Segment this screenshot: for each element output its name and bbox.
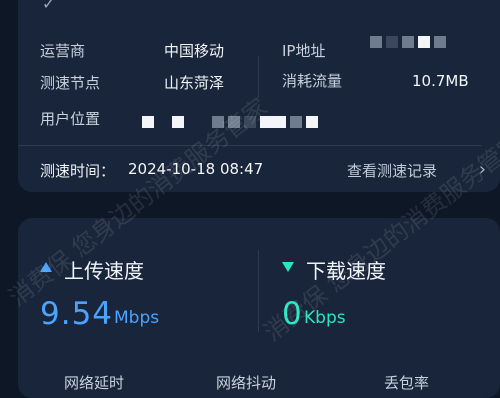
history-link[interactable]: 查看测速记录 (347, 160, 437, 181)
node-value: 山东菏泽 (164, 74, 225, 92)
partial-icon: ✓ (42, 0, 56, 13)
upload-unit: Mbps (114, 308, 160, 328)
upload-value: 9.54 (40, 296, 114, 332)
info-section-divider (18, 145, 482, 146)
tab-packet-loss[interactable]: 丢包率 (384, 372, 429, 393)
download-value: 0 (282, 296, 303, 332)
download-title: 下载速度 (306, 259, 386, 283)
test-time-label: 测速时间： (40, 162, 116, 180)
tab-latency[interactable]: 网络延时 (64, 372, 124, 393)
upload-title: 上传速度 (64, 259, 144, 283)
speed-divider (258, 250, 259, 332)
node-label: 测速节点 (40, 74, 101, 92)
location-label: 用户位置 (40, 110, 101, 128)
location-value-redacted (142, 116, 318, 128)
ip-value-redacted (370, 36, 446, 48)
traffic-value: 10.7MB (412, 72, 469, 90)
ip-label: IP地址 (282, 42, 326, 60)
tab-jitter[interactable]: 网络抖动 (216, 372, 276, 393)
test-time-value: 2024-10-18 08:47 (128, 160, 264, 178)
download-unit: Kbps (304, 308, 346, 328)
carrier-value: 中国移动 (164, 42, 225, 60)
traffic-label: 消耗流量 (282, 72, 343, 90)
download-triangle-icon (282, 262, 294, 272)
info-divider (258, 56, 259, 98)
chevron-right-icon[interactable]: › (479, 159, 486, 180)
upload-triangle-icon (40, 262, 52, 272)
carrier-label: 运营商 (40, 42, 86, 60)
